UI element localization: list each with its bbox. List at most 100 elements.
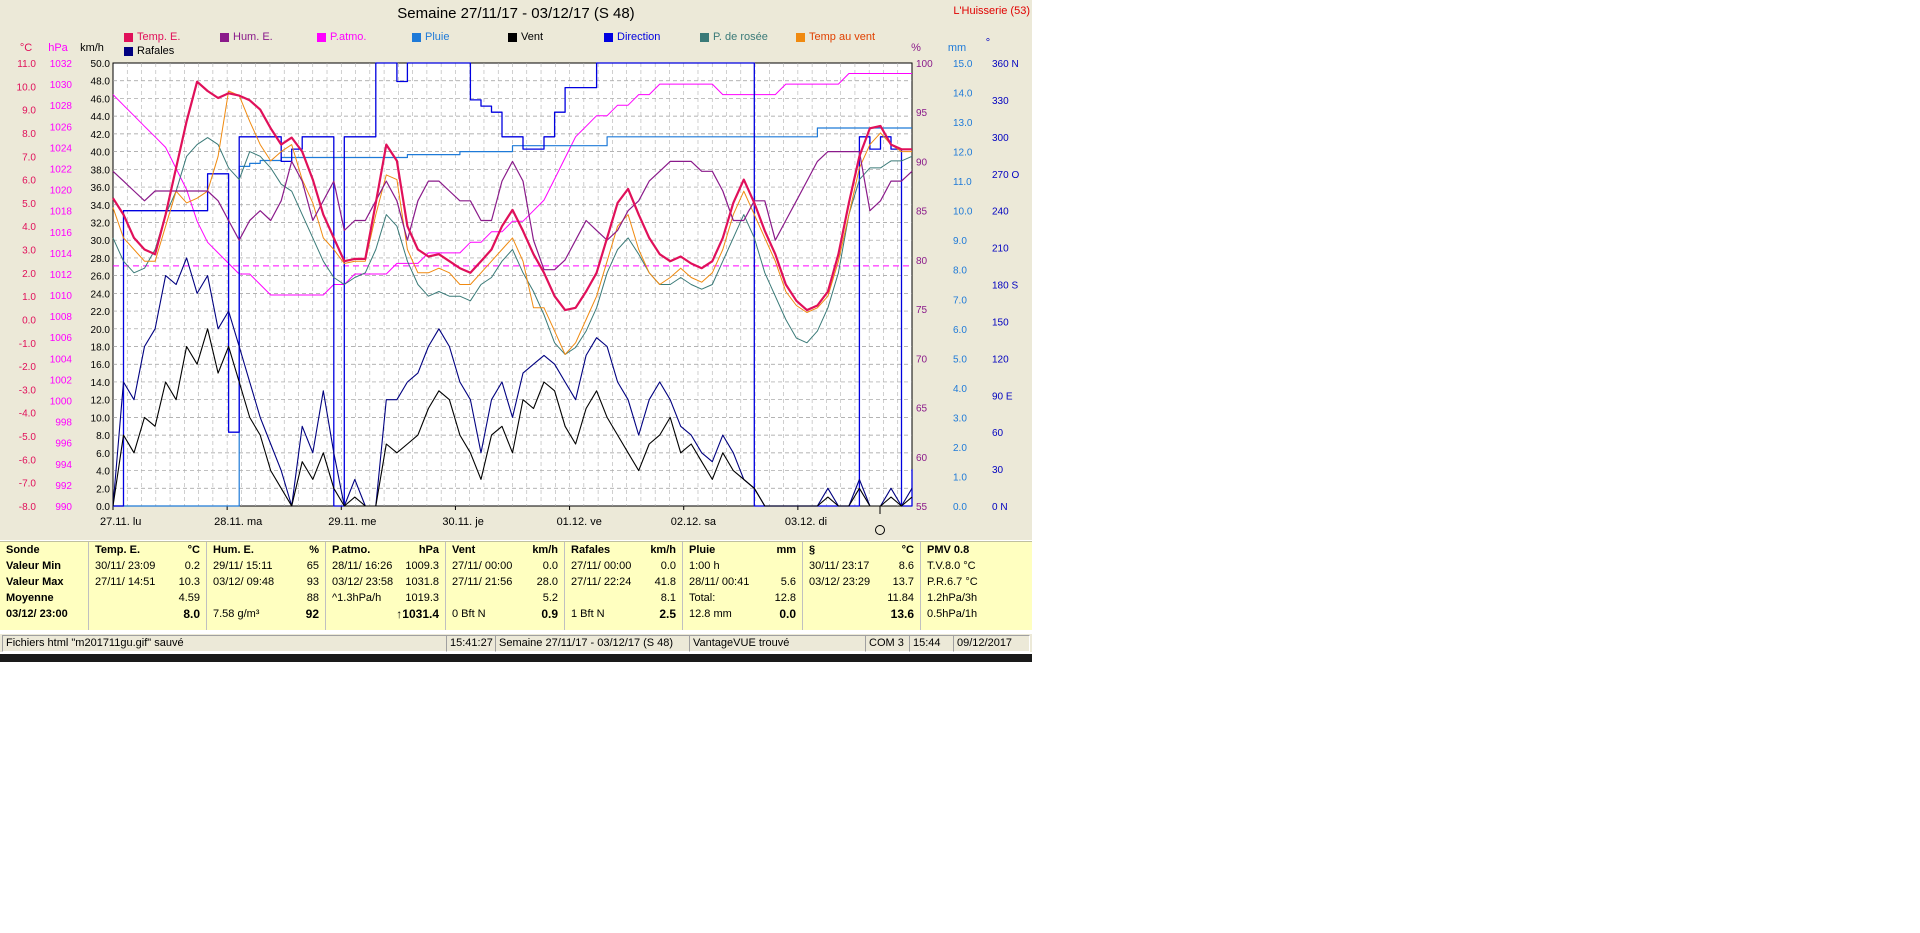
axis-tick-wind: 12.0: [91, 396, 111, 407]
axis-tick-pressure: 1010: [50, 291, 73, 302]
axis-tick-temp: -5.0: [19, 432, 37, 443]
axis-tick-humidity: 60: [916, 453, 928, 464]
axis-tick-temp: -2.0: [19, 362, 37, 373]
axis-tick-temp: 3.0: [22, 246, 36, 257]
axis-tick-temp: -6.0: [19, 455, 37, 466]
stats-col-temp: Temp. E. °C 30/11/ 23:09 0.2 27/11/ 14:51 1…: [89, 542, 207, 630]
stats-value: 0.5hPa/1h: [927, 608, 978, 620]
x-tick-label: 03.12. di: [785, 516, 827, 528]
stats-label-min: Valeur Min: [6, 560, 62, 572]
stats-value: 5.2: [542, 592, 558, 604]
status-clock: 15:44: [909, 635, 954, 652]
stats-label-last: 03/12/ 23:00: [6, 608, 68, 620]
axis-tick-pressure: 1026: [50, 122, 73, 133]
x-tick-label: 30.11. je: [442, 516, 483, 528]
stats-value: 0.2: [184, 560, 200, 572]
axis-tick-rain: 11.0: [953, 177, 972, 188]
axis-tick-wind: 24.0: [91, 289, 111, 300]
axis-tick-wind: 22.0: [91, 307, 111, 318]
stats-extra: 12.8 mm: [689, 608, 732, 620]
stats-header: Sonde: [6, 544, 40, 556]
stats-header: PMV 0.8: [927, 544, 970, 556]
axis-tick-humidity: 65: [916, 404, 928, 415]
axis-tick-direction: 120: [992, 354, 1009, 365]
axis-tick-pressure: 1024: [50, 143, 73, 154]
unit-label-pressure: hPa: [48, 42, 68, 54]
axis-tick-rain: 7.0: [953, 295, 967, 306]
stats-col-pluie: Pluie mm 1:00 h 28/11/ 00:41 5.6 Total: 12.…: [683, 542, 803, 630]
stats-date: 30/11/ 23:17: [809, 560, 870, 572]
axis-tick-pressure: 1020: [50, 186, 73, 197]
status-com: COM 3: [865, 635, 910, 652]
x-tick-label: 28.11. ma: [214, 516, 263, 528]
axis-tick-direction: 300: [992, 133, 1009, 144]
stats-date: 03/12/ 09:48: [213, 576, 275, 588]
axis-tick-pressure: 998: [55, 418, 72, 429]
stats-value: 88: [306, 592, 319, 604]
axis-tick-direction: 210: [992, 244, 1009, 255]
chart-panel: Semaine 27/11/17 - 03/12/17 (S 48) L'Hui…: [0, 0, 1032, 540]
axis-tick-pressure: 1004: [50, 354, 73, 365]
axis-tick-temp: 1.0: [22, 292, 36, 303]
axis-tick-rain: 13.0: [953, 118, 973, 129]
stats-extra: 0 Bft N: [452, 608, 486, 620]
unit-label-temp: °C: [20, 42, 32, 54]
stats-date: 03/12/ 23:29: [809, 576, 871, 588]
axis-tick-temp: -1.0: [19, 339, 37, 350]
unit-label-rain: mm: [948, 42, 966, 54]
unit-label-wind: km/h: [80, 42, 104, 54]
stats-value: 93: [306, 576, 319, 588]
axis-tick-temp: 8.0: [22, 129, 36, 140]
axis-tick-pressure: 1000: [50, 397, 73, 408]
stats-value: 0.0: [542, 560, 558, 572]
stats-value: 65: [306, 560, 319, 572]
x-tick-label: 01.12. ve: [557, 516, 602, 528]
stats-header: Pluie: [689, 544, 716, 556]
stats-unit: °C: [901, 544, 914, 556]
axis-tick-temp: 6.0: [22, 176, 36, 187]
stats-value: 4.59: [178, 592, 200, 604]
stats-header: §: [809, 544, 816, 556]
axis-tick-humidity: 55: [916, 502, 928, 513]
stats-value: 0.0: [660, 560, 676, 572]
stats-label-max: Valeur Max: [6, 576, 64, 588]
stats-last-value: 0.0: [779, 607, 796, 621]
application-window: Semaine 27/11/17 - 03/12/17 (S 48) L'Hui…: [0, 0, 1032, 662]
status-bar: Fichiers html "m201711gu.gif" sauvé 15:4…: [0, 634, 1032, 652]
status-period: Semaine 27/11/17 - 03/12/17 (S 48): [495, 635, 690, 652]
axis-tick-wind: 48.0: [91, 77, 111, 88]
stats-value: 13.7: [892, 576, 914, 588]
stats-header: Hum. E.: [213, 544, 254, 556]
stats-unit: °C: [187, 544, 200, 556]
axis-tick-temp: 10.0: [17, 82, 37, 93]
axis-tick-wind: 36.0: [91, 183, 111, 194]
axis-tick-direction: 330: [992, 96, 1009, 107]
stats-date: 30/11/ 23:09: [95, 560, 156, 572]
axis-tick-temp: 2.0: [22, 269, 36, 280]
status-date: 09/12/2017: [953, 635, 1030, 652]
axis-tick-humidity: 75: [916, 305, 928, 316]
axis-tick-wind: 40.0: [91, 148, 111, 159]
axis-tick-wind: 34.0: [91, 201, 111, 212]
stats-value: 1019.3: [405, 592, 439, 604]
axis-tick-wind: 50.0: [91, 59, 111, 70]
axis-tick-humidity: 85: [916, 207, 928, 218]
axis-tick-pressure: 996: [55, 439, 72, 450]
axis-tick-rain: 2.0: [953, 443, 967, 454]
axis-tick-wind: 18.0: [91, 343, 111, 354]
axis-tick-wind: 14.0: [91, 378, 111, 389]
axis-tick-rain: 6.0: [953, 325, 967, 336]
axis-tick-rain: 12.0: [953, 148, 973, 159]
axis-tick-wind: 30.0: [91, 236, 111, 247]
axis-tick-humidity: 90: [916, 157, 928, 168]
axis-tick-pressure: 1022: [50, 164, 73, 175]
x-tick-label: 27.11. lu: [100, 516, 141, 528]
stats-date: 28/11/ 16:26: [332, 560, 393, 572]
axis-tick-pressure: 1012: [50, 270, 73, 281]
axis-tick-pressure: 1006: [50, 333, 73, 344]
axis-tick-pressure: 1002: [50, 375, 73, 386]
axis-tick-rain: 4.0: [953, 384, 967, 395]
axis-tick-pressure: 990: [55, 502, 72, 513]
stats-extra: 7.58 g/m³: [213, 608, 260, 620]
stats-value: 1.2hPa/3h: [927, 592, 978, 604]
